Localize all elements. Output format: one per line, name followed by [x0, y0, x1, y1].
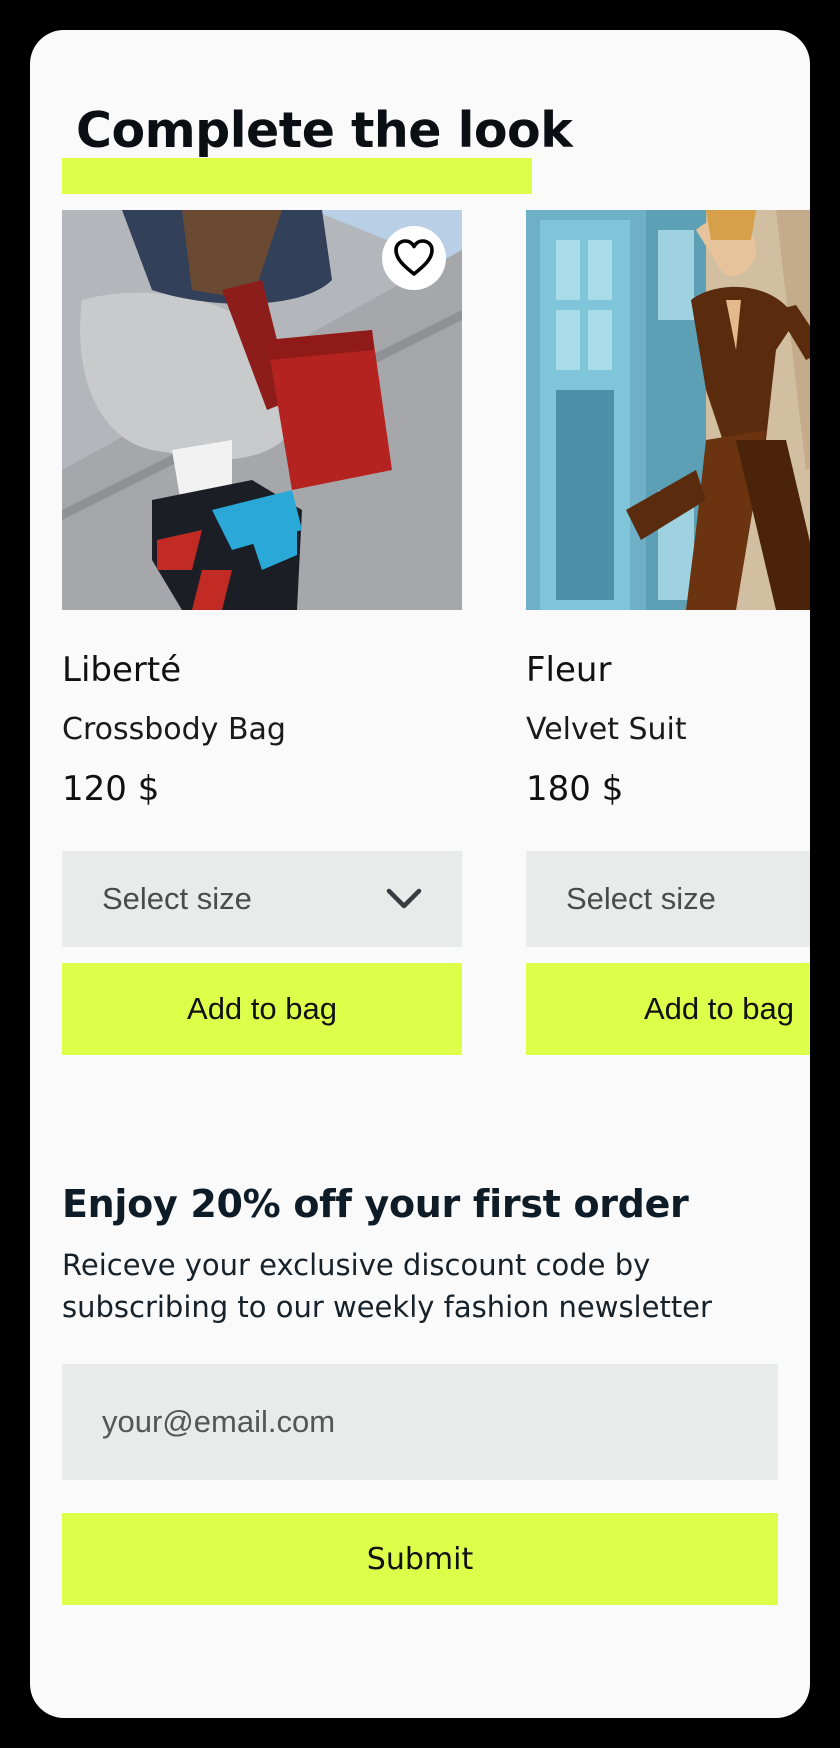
product-card[interactable]: Liberté Crossbody Bag 120 $ Select size … — [62, 210, 462, 1055]
product-name: Liberté — [62, 650, 182, 690]
chevron-down-icon — [386, 888, 422, 909]
size-select[interactable]: Select size — [526, 851, 810, 947]
heart-outline-icon — [394, 239, 434, 276]
section-title: Complete the look — [76, 102, 573, 159]
product-type: Velvet Suit — [526, 712, 687, 747]
favorite-button[interactable] — [382, 226, 446, 290]
product-image[interactable] — [62, 210, 462, 610]
product-type: Crossbody Bag — [62, 712, 286, 747]
section-header: Complete the look — [62, 92, 573, 194]
email-field[interactable] — [62, 1364, 778, 1480]
add-to-bag-button[interactable]: Add to bag — [62, 963, 462, 1055]
size-select-label: Select size — [102, 881, 252, 916]
size-select-label: Select size — [566, 881, 716, 916]
newsletter-section: Enjoy 20% off your first order Reiceve y… — [62, 1182, 778, 1605]
product-card[interactable]: Fleur Velvet Suit 180 $ Select size Add … — [526, 210, 810, 1055]
promo-text: Reiceve your exclusive discount code by … — [62, 1248, 712, 1324]
submit-button[interactable]: Submit — [62, 1513, 778, 1605]
product-name: Fleur — [526, 650, 612, 690]
product-carousel[interactable]: Liberté Crossbody Bag 120 $ Select size … — [62, 210, 810, 1060]
promo-title: Enjoy 20% off your first order — [62, 1182, 689, 1226]
size-select[interactable]: Select size — [62, 851, 462, 947]
product-price: 180 $ — [526, 769, 624, 809]
add-to-bag-button[interactable]: Add to bag — [526, 963, 810, 1055]
product-price: 120 $ — [62, 769, 160, 809]
product-image[interactable] — [526, 210, 810, 610]
product-photo-suit — [526, 210, 810, 610]
phone-screen: Complete the look Liberté Crossbody Bag … — [30, 30, 810, 1718]
